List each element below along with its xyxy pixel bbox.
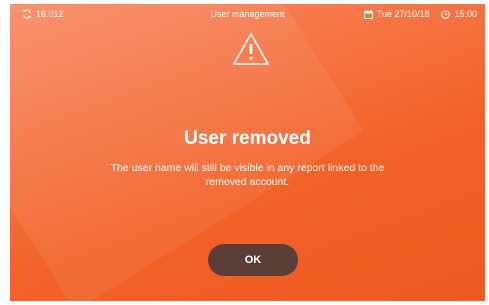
warning-triangle-icon <box>232 32 270 66</box>
calendar-icon <box>363 9 373 19</box>
status-date: Tue 27/10/18 <box>376 9 430 19</box>
status-bar: 16.012 User management Tue 27/10/18 15:0… <box>10 4 485 24</box>
dialog-message: The user name will still be visible in a… <box>110 162 385 188</box>
status-right: Tue 27/10/18 15:00 <box>363 9 477 19</box>
ok-button[interactable]: OK <box>208 244 298 276</box>
status-time: 15:00 <box>454 9 477 19</box>
dialog-title: User removed <box>184 128 311 149</box>
device-screen: 16.012 User management Tue 27/10/18 15:0… <box>10 4 485 301</box>
clock-icon <box>441 9 451 19</box>
